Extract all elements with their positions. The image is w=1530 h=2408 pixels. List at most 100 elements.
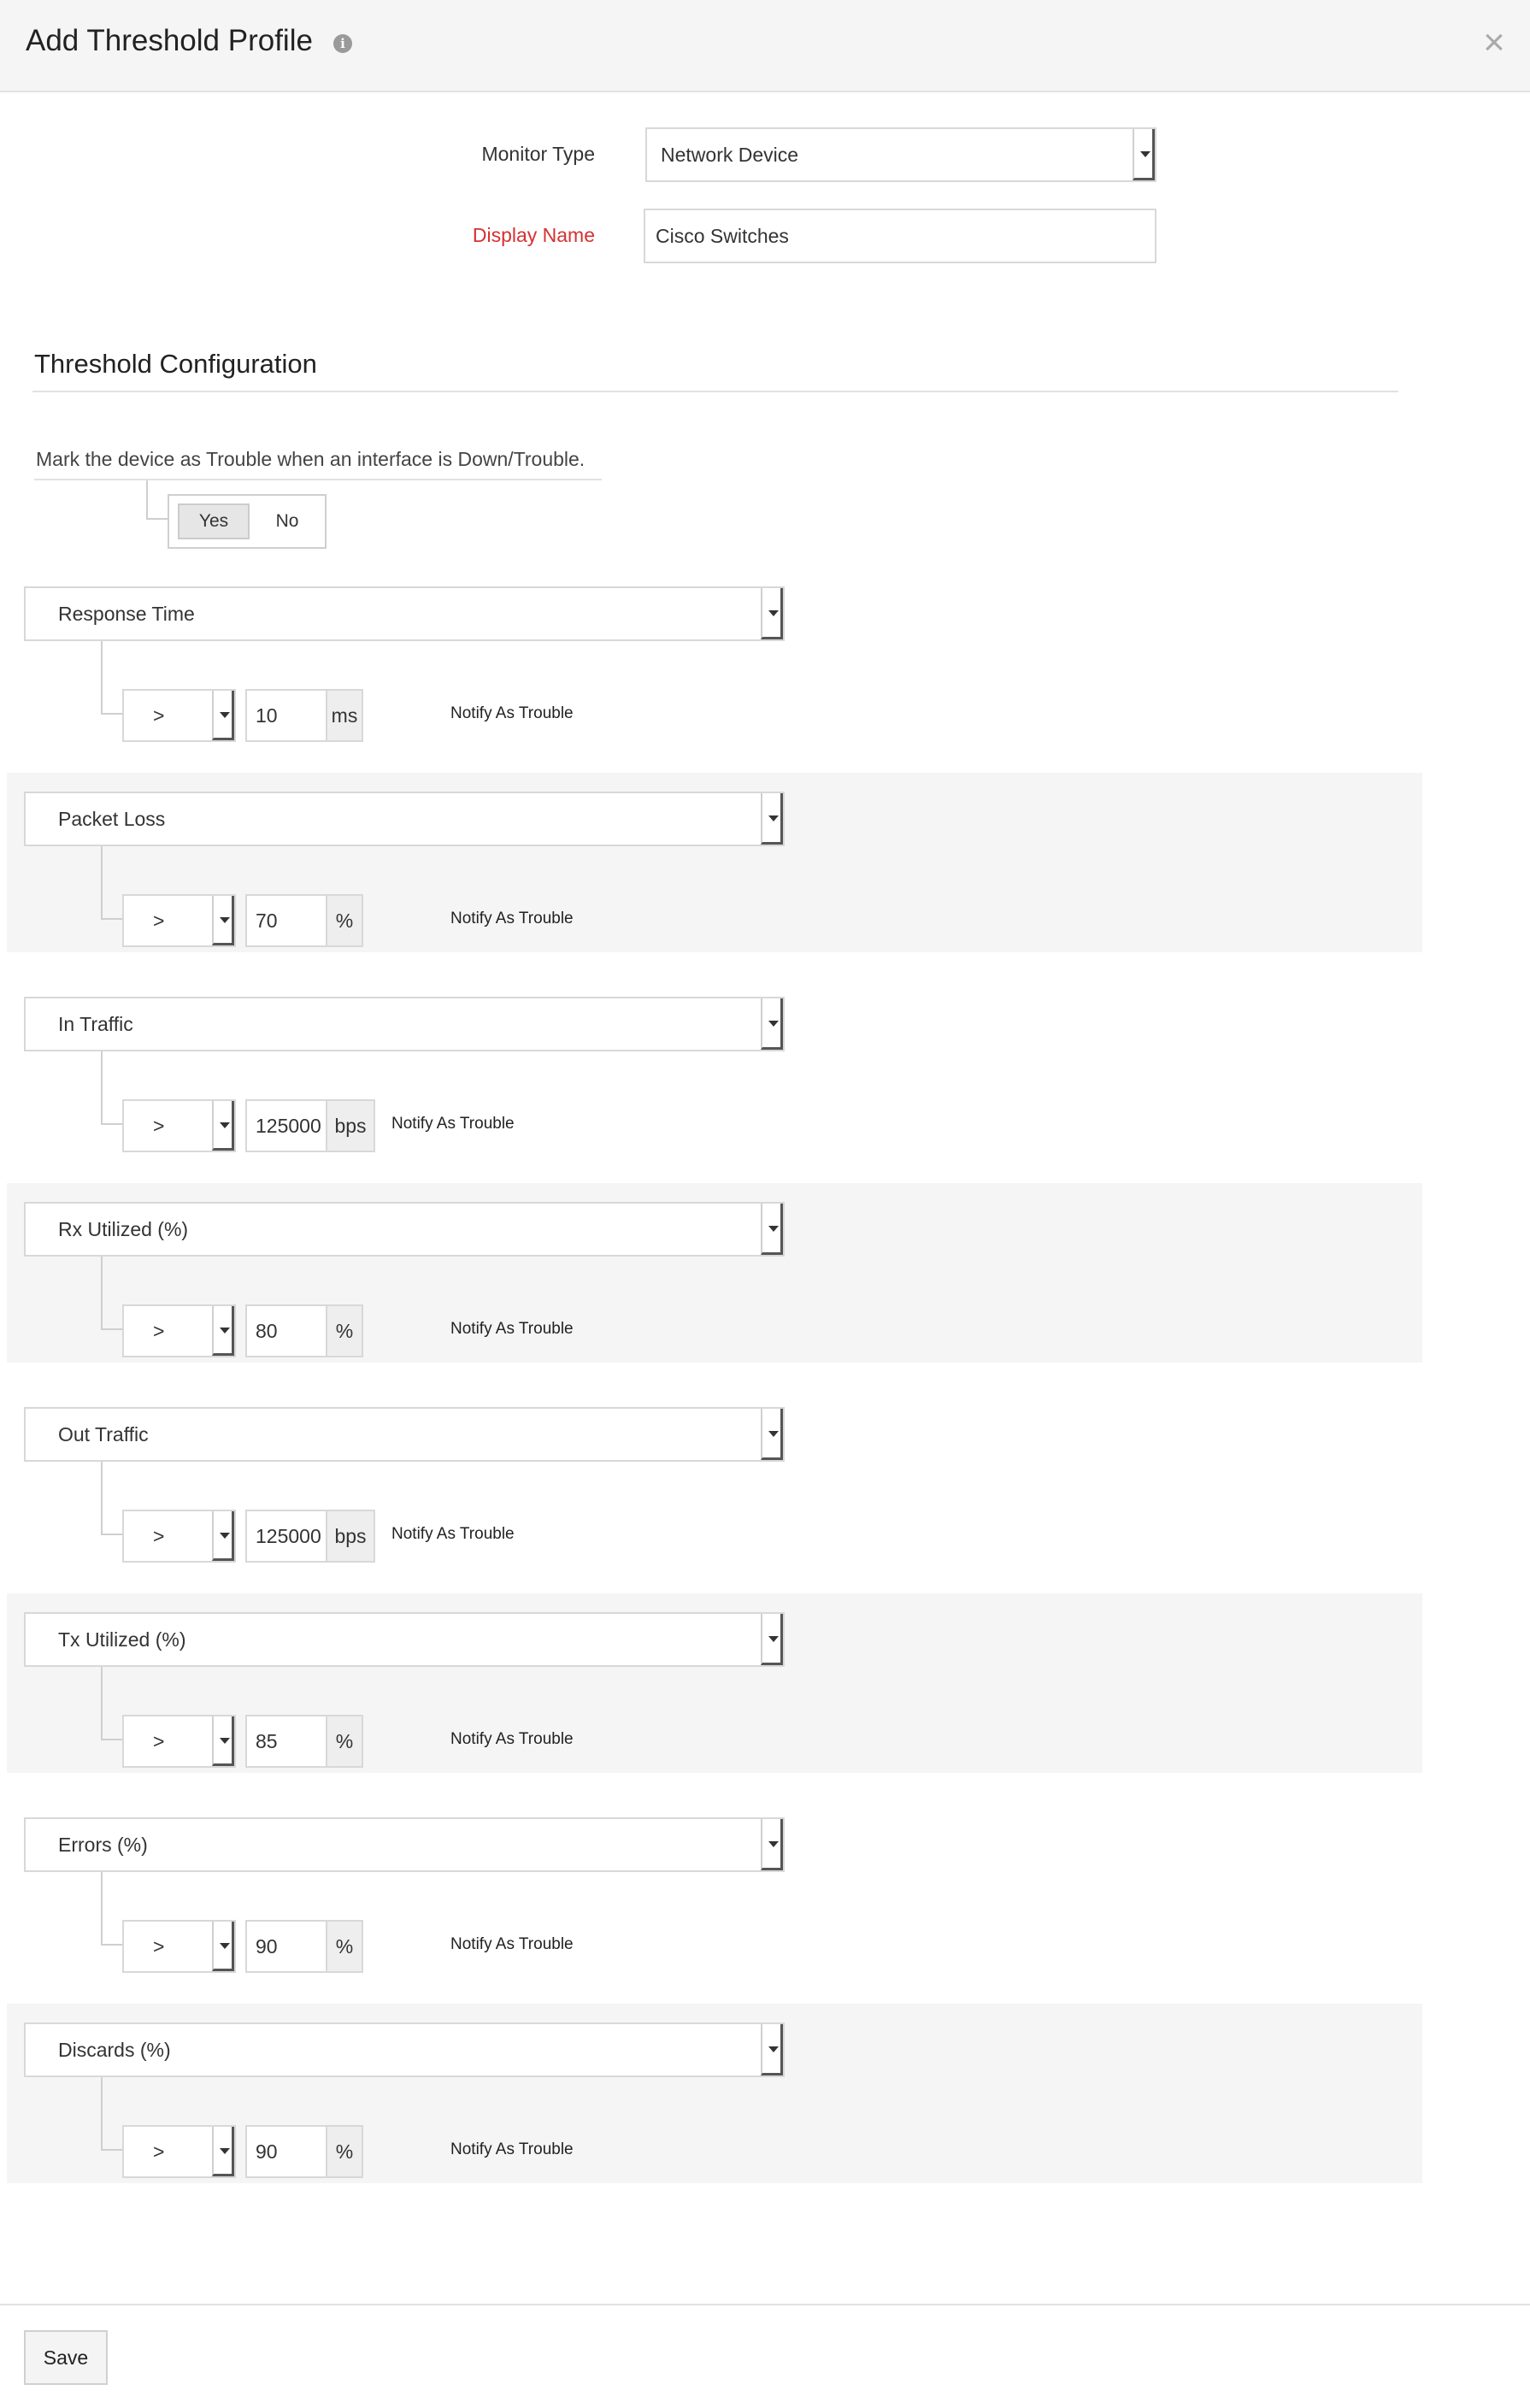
notify-severity-label[interactable]: Notify As Trouble xyxy=(450,1320,574,1339)
operator-select[interactable]: > xyxy=(122,1510,236,1563)
chevron-down-icon[interactable] xyxy=(761,588,783,639)
monitor-type-value: Network Device xyxy=(661,143,799,166)
threshold-value-input[interactable]: 125000 bps xyxy=(245,1510,375,1563)
metric-select[interactable]: Rx Utilized (%) xyxy=(24,1202,785,1257)
operator-value: > xyxy=(153,1115,165,1137)
unit-label: % xyxy=(326,896,362,945)
threshold-value: 85 xyxy=(256,1730,278,1752)
metric-select[interactable]: Response Time xyxy=(24,586,785,641)
tree-connector xyxy=(101,1872,123,1946)
unit-label: ms xyxy=(326,691,362,740)
threshold-value: 10 xyxy=(256,704,278,727)
operator-value: > xyxy=(153,1525,165,1547)
unit-label: % xyxy=(326,1922,362,1971)
operator-select[interactable]: > xyxy=(122,1099,236,1152)
tree-connector xyxy=(101,1667,123,1740)
chevron-down-icon[interactable] xyxy=(761,1409,783,1460)
chevron-down-icon[interactable] xyxy=(761,793,783,845)
operator-select[interactable]: > xyxy=(122,894,236,947)
notify-severity-label[interactable]: Notify As Trouble xyxy=(450,910,574,928)
operator-value: > xyxy=(153,910,165,932)
save-button[interactable]: Save xyxy=(24,2330,108,2385)
metric-select[interactable]: In Traffic xyxy=(24,997,785,1051)
mark-trouble-text: Mark the device as Trouble when an inter… xyxy=(36,448,586,470)
metric-select[interactable]: Tx Utilized (%) xyxy=(24,1612,785,1667)
threshold-value-input[interactable]: 125000 bps xyxy=(245,1099,375,1152)
chevron-down-icon[interactable] xyxy=(212,1101,234,1151)
chevron-down-icon[interactable] xyxy=(212,896,234,945)
display-name-value: Cisco Switches xyxy=(656,224,789,247)
threshold-value-input[interactable]: 70% xyxy=(245,894,363,947)
metric-name: Rx Utilized (%) xyxy=(58,1218,189,1240)
close-icon[interactable]: × xyxy=(1477,21,1511,65)
operator-value: > xyxy=(153,1320,165,1342)
metric-name: Tx Utilized (%) xyxy=(58,1628,186,1651)
monitor-type-select[interactable]: Network Device xyxy=(645,127,1156,182)
tree-connector xyxy=(101,1051,123,1125)
metric-name: Response Time xyxy=(58,603,195,625)
chevron-down-icon[interactable] xyxy=(212,1511,234,1561)
chevron-down-icon[interactable] xyxy=(212,1716,234,1766)
chevron-down-icon[interactable] xyxy=(212,2127,234,2176)
chevron-down-icon[interactable] xyxy=(761,1204,783,1255)
notify-severity-label[interactable]: Notify As Trouble xyxy=(450,2140,574,2159)
operator-select[interactable]: > xyxy=(122,1920,236,1973)
display-name-label: Display Name xyxy=(472,224,595,246)
unit-label: bps xyxy=(326,1511,374,1561)
metric-select[interactable]: Out Traffic xyxy=(24,1407,785,1462)
threshold-value: 90 xyxy=(256,1935,278,1958)
tree-connector xyxy=(101,1462,123,1535)
toggle-yes-button[interactable]: Yes xyxy=(178,503,250,539)
metric-name: Packet Loss xyxy=(58,808,166,830)
unit-label: % xyxy=(326,1306,362,1356)
operator-value: > xyxy=(153,1730,165,1752)
threshold-value: 70 xyxy=(256,910,278,932)
metric-select[interactable]: Errors (%) xyxy=(24,1817,785,1872)
notify-severity-label[interactable]: Notify As Trouble xyxy=(450,704,574,723)
chevron-down-icon[interactable] xyxy=(761,1614,783,1665)
toggle-no-button[interactable]: No xyxy=(260,503,315,539)
trouble-toggle[interactable]: Yes No xyxy=(168,494,327,549)
operator-select[interactable]: > xyxy=(122,2125,236,2178)
threshold-value-input[interactable]: 80% xyxy=(245,1304,363,1357)
threshold-value-input[interactable]: 90% xyxy=(245,2125,363,2178)
operator-value: > xyxy=(153,2140,165,2163)
threshold-value-input[interactable]: 85% xyxy=(245,1715,363,1768)
threshold-value: 80 xyxy=(256,1320,278,1342)
threshold-value: 125000 xyxy=(256,1525,321,1547)
tree-connector xyxy=(101,2077,123,2151)
operator-select[interactable]: > xyxy=(122,1304,236,1357)
info-icon[interactable]: i xyxy=(333,34,352,53)
operator-value: > xyxy=(153,1935,165,1958)
chevron-down-icon[interactable] xyxy=(761,998,783,1050)
unit-label: bps xyxy=(326,1101,374,1151)
chevron-down-icon[interactable] xyxy=(212,1922,234,1971)
operator-value: > xyxy=(153,704,165,727)
notify-severity-label[interactable]: Notify As Trouble xyxy=(450,1935,574,1954)
operator-select[interactable]: > xyxy=(122,689,236,742)
threshold-value: 90 xyxy=(256,2140,278,2163)
threshold-value-input[interactable]: 90% xyxy=(245,1920,363,1973)
threshold-value: 125000 xyxy=(256,1115,321,1137)
tree-connector xyxy=(101,1257,123,1330)
notify-severity-label[interactable]: Notify As Trouble xyxy=(450,1730,574,1749)
operator-select[interactable]: > xyxy=(122,1715,236,1768)
section-divider xyxy=(32,391,1398,392)
metric-name: In Traffic xyxy=(58,1013,133,1035)
threshold-value-input[interactable]: 10 ms xyxy=(245,689,363,742)
footer-divider xyxy=(0,2304,1530,2305)
metric-select[interactable]: Discards (%) xyxy=(24,2022,785,2077)
notify-severity-label[interactable]: Notify As Trouble xyxy=(391,1525,515,1544)
chevron-down-icon[interactable] xyxy=(761,2024,783,2075)
display-name-input[interactable]: Cisco Switches xyxy=(644,209,1156,263)
monitor-type-label: Monitor Type xyxy=(481,143,595,165)
metric-name: Out Traffic xyxy=(58,1423,149,1445)
metric-name: Errors (%) xyxy=(58,1834,148,1856)
notify-severity-label[interactable]: Notify As Trouble xyxy=(391,1115,515,1133)
chevron-down-icon[interactable] xyxy=(212,1306,234,1356)
unit-label: % xyxy=(326,2127,362,2176)
chevron-down-icon[interactable] xyxy=(1133,129,1155,180)
metric-select[interactable]: Packet Loss xyxy=(24,792,785,846)
chevron-down-icon[interactable] xyxy=(212,691,234,740)
chevron-down-icon[interactable] xyxy=(761,1819,783,1870)
